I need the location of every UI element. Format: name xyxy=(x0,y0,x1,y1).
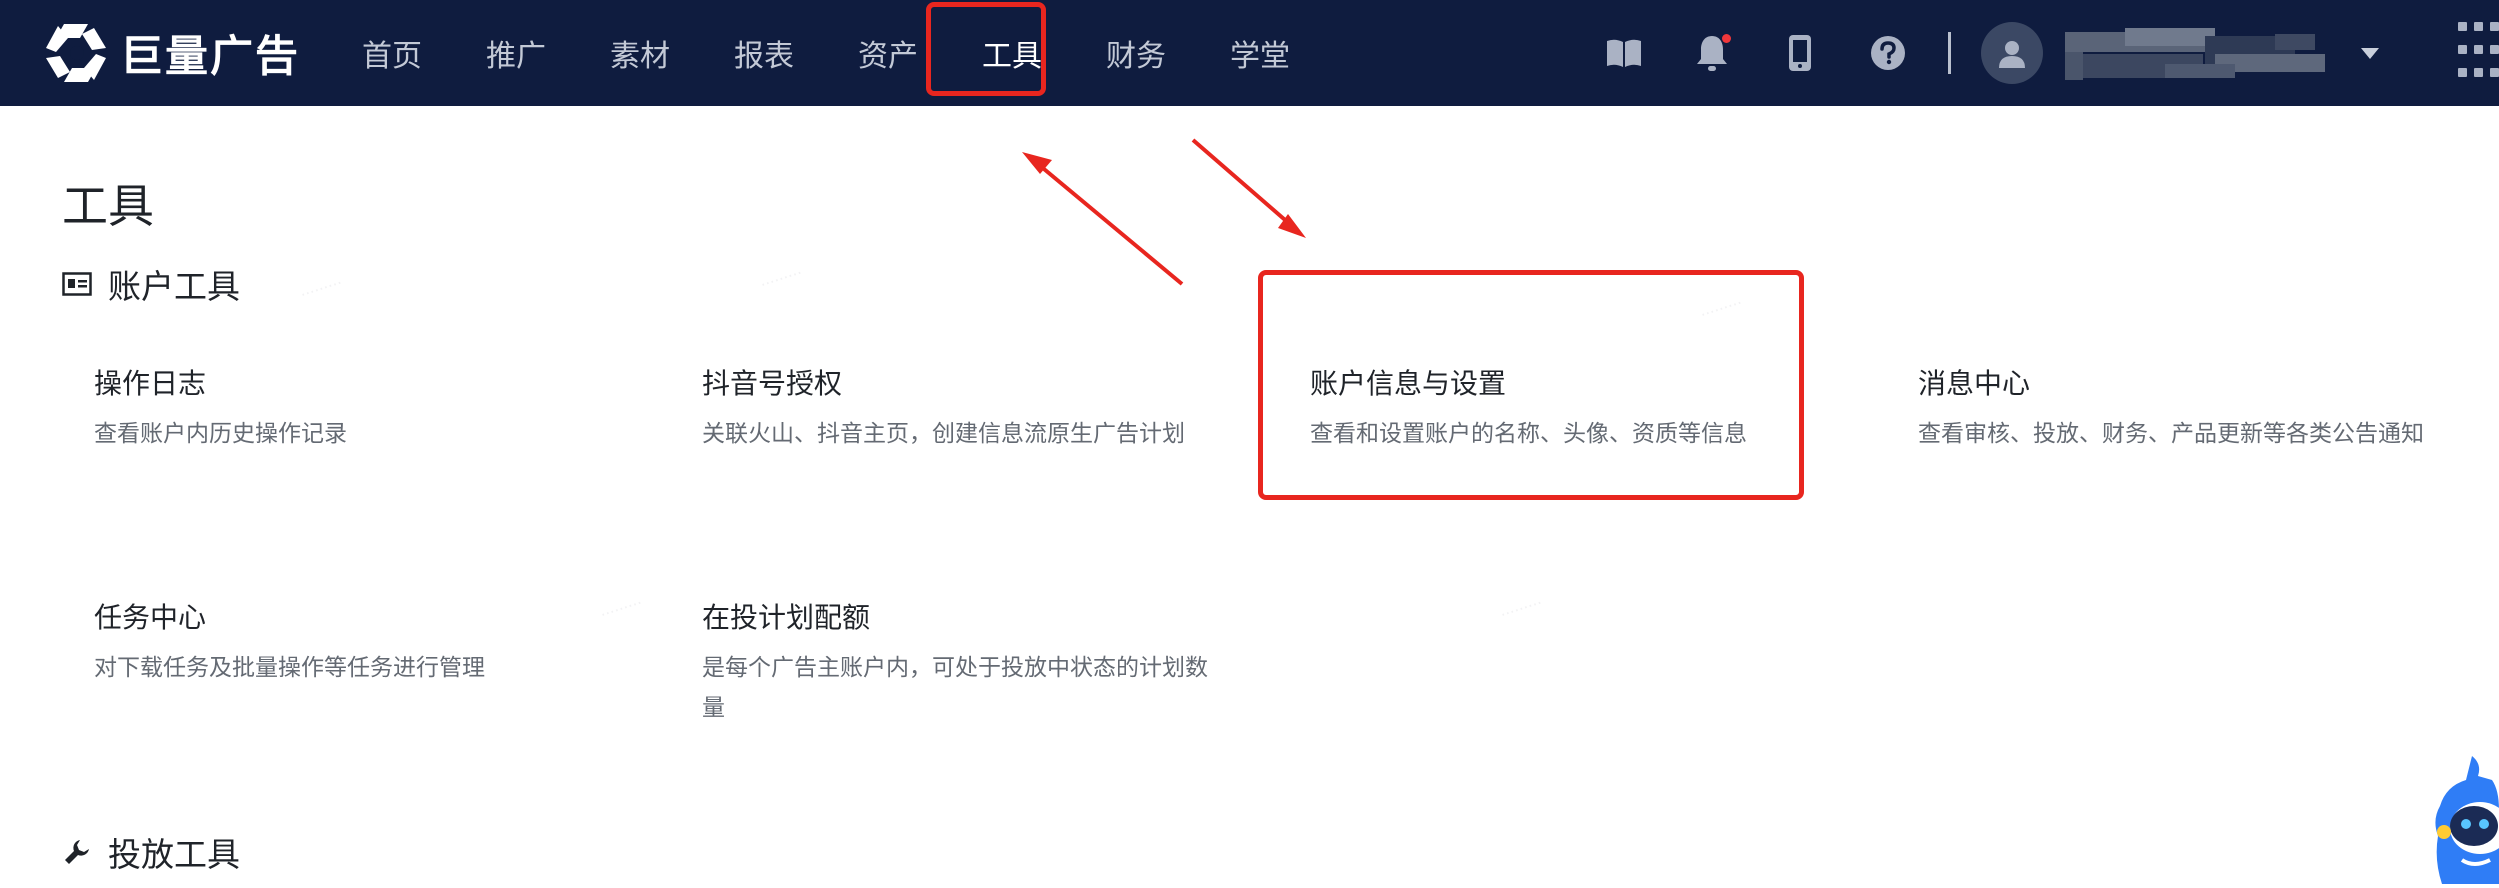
annotation-arrows xyxy=(1022,138,1306,286)
assistant-mascot-icon[interactable] xyxy=(2432,750,2499,884)
